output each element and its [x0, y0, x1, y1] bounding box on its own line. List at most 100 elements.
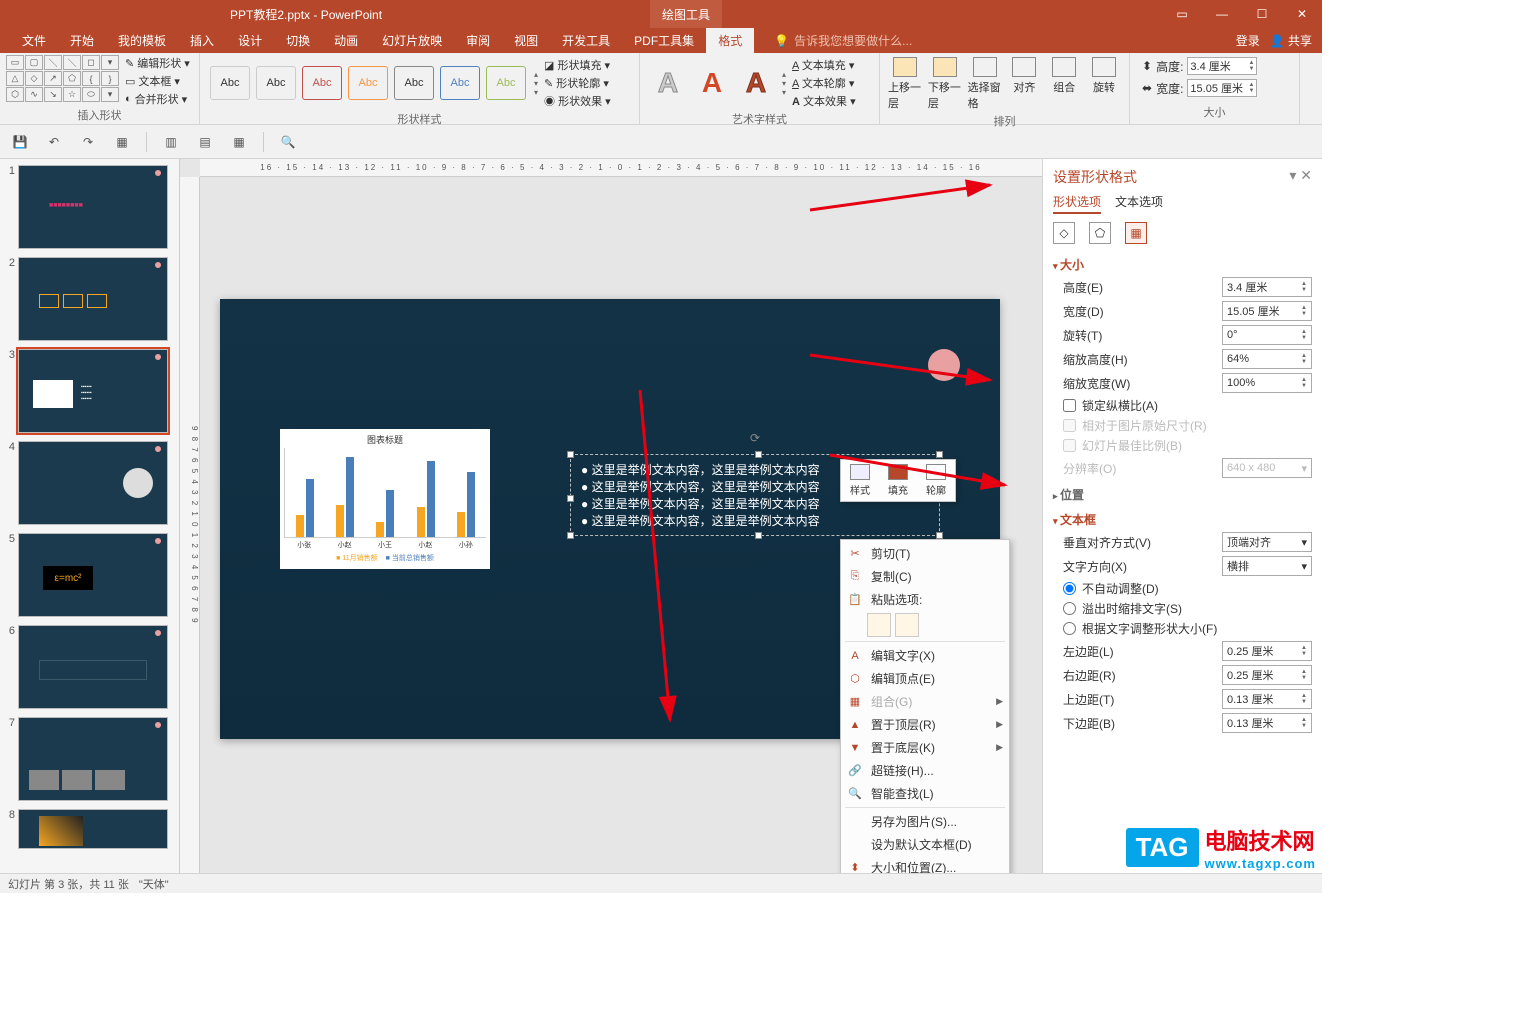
send-backward-button[interactable]: 下移一层 — [928, 57, 962, 111]
rotation-handle-icon[interactable]: ⟳ — [750, 431, 760, 445]
pane-rotation-input[interactable]: 0°▲▼ — [1222, 325, 1312, 345]
contextual-tab-drawing-tools[interactable]: 绘图工具 — [650, 0, 722, 28]
text-outline-button[interactable]: A 文本轮廓 ▾ — [792, 75, 856, 91]
undo-icon[interactable]: ↶ — [44, 132, 64, 152]
qat-btn-6[interactable]: ▤ — [195, 132, 215, 152]
ctx-set-default[interactable]: 设为默认文本框(D) — [841, 833, 1009, 856]
ctx-save-picture[interactable]: 另存为图片(S)... — [841, 810, 1009, 833]
tab-home[interactable]: 开始 — [58, 28, 106, 53]
save-icon[interactable]: 💾 — [10, 132, 30, 152]
mini-fill-button[interactable]: 填充 — [883, 464, 913, 497]
mini-style-button[interactable]: 样式 — [845, 464, 875, 497]
pane-scale-w-input[interactable]: 100%▲▼ — [1222, 373, 1312, 393]
minimize-icon[interactable]: — — [1202, 0, 1242, 28]
pane-margin-bottom[interactable]: 0.13 厘米▲▼ — [1222, 713, 1312, 733]
pane-height-input[interactable]: 3.4 厘米▲▼ — [1222, 277, 1312, 297]
pane-tab-text[interactable]: 文本选项 — [1115, 193, 1163, 214]
tab-insert[interactable]: 插入 — [178, 28, 226, 53]
wordart-gallery[interactable]: A A A ▴▾▾ — [646, 63, 790, 103]
tab-templates[interactable]: 我的模板 — [106, 28, 178, 53]
slide-thumb-7[interactable] — [18, 717, 168, 801]
edit-shape-button[interactable]: ✎ 编辑形状 ▾ — [125, 55, 190, 71]
selection-pane-button[interactable]: 选择窗格 — [968, 57, 1002, 111]
pane-tab-shape[interactable]: 形状选项 — [1053, 193, 1101, 214]
pane-valign-select[interactable]: 顶端对齐▾ — [1222, 532, 1312, 552]
tab-review[interactable]: 审阅 — [454, 28, 502, 53]
qat-btn-8[interactable]: 🔍 — [278, 132, 298, 152]
tab-animations[interactable]: 动画 — [322, 28, 370, 53]
ctx-send-back[interactable]: ▼置于底层(K)▶ — [841, 736, 1009, 759]
pane-icon-fill[interactable]: ◇ — [1053, 222, 1075, 244]
tab-view[interactable]: 视图 — [502, 28, 550, 53]
close-icon[interactable]: ✕ — [1282, 0, 1322, 28]
shape-effects-button[interactable]: ◉ 形状效果 ▾ — [544, 93, 611, 109]
pane-margin-right[interactable]: 0.25 厘米▲▼ — [1222, 665, 1312, 685]
pane-autofit-resize[interactable]: 根据文字调整形状大小(F) — [1053, 620, 1312, 637]
ctx-hyperlink[interactable]: 🔗超链接(H)... — [841, 759, 1009, 782]
pane-autofit-none[interactable]: 不自动调整(D) — [1053, 580, 1312, 597]
pink-circle-shape[interactable] — [928, 349, 960, 381]
pane-section-textbox[interactable]: 文本框 — [1053, 511, 1312, 528]
width-input[interactable]: 15.05 厘米▲▼ — [1187, 79, 1257, 97]
tab-developer[interactable]: 开发工具 — [550, 28, 622, 53]
pane-icon-size[interactable]: ▦ — [1125, 222, 1147, 244]
paste-option-1[interactable] — [867, 613, 891, 637]
tell-me-search[interactable]: 💡 告诉我您想要做什么... — [774, 32, 912, 49]
paste-option-2[interactable] — [895, 613, 919, 637]
pane-close-icon[interactable]: ▾ ✕ — [1289, 167, 1312, 187]
text-box-button[interactable]: ▭ 文本框 ▾ — [125, 73, 190, 89]
rotate-button[interactable]: 旋转 — [1087, 57, 1121, 95]
qat-btn-5[interactable]: ▥ — [161, 132, 181, 152]
tab-file[interactable]: 文件 — [10, 28, 58, 53]
share-button[interactable]: 👤 共享 — [1270, 32, 1312, 49]
pane-section-size[interactable]: 大小 — [1053, 256, 1312, 273]
shape-fill-button[interactable]: ◪ 形状填充 ▾ — [544, 57, 611, 73]
pane-section-position[interactable]: 位置 — [1053, 486, 1312, 503]
ctx-copy[interactable]: ⎘复制(C) — [841, 565, 1009, 588]
ctx-cut[interactable]: ✂剪切(T) — [841, 542, 1009, 565]
pane-autofit-shrink[interactable]: 溢出时缩排文字(S) — [1053, 600, 1312, 617]
text-fill-button[interactable]: A 文本填充 ▾ — [792, 57, 856, 73]
qat-btn-4[interactable]: ▦ — [112, 132, 132, 152]
chart-object[interactable]: 图表标题 小张小赵小王小赵小孙 11月销售额当前总销售额 — [280, 429, 490, 569]
shape-gallery[interactable]: ▭▢＼＼◻▾ △◇↗⬠{} ⬡∿↘☆⬭▾ — [6, 55, 119, 107]
pane-width-input[interactable]: 15.05 厘米▲▼ — [1222, 301, 1312, 321]
pane-margin-left[interactable]: 0.25 厘米▲▼ — [1222, 641, 1312, 661]
shape-style-gallery[interactable]: Abc Abc Abc Abc Abc Abc Abc ▴▾▾ — [206, 62, 542, 104]
tab-pdf[interactable]: PDF工具集 — [622, 28, 706, 53]
slide-thumb-1[interactable]: ■■■■■■■■ — [18, 165, 168, 249]
bring-forward-button[interactable]: 上移一层 — [888, 57, 922, 111]
align-button[interactable]: 对齐 — [1007, 57, 1041, 95]
mini-outline-button[interactable]: 轮廓 — [921, 464, 951, 497]
ribbon-options-icon[interactable]: ▭ — [1162, 0, 1202, 28]
ctx-edit-text[interactable]: A编辑文字(X) — [841, 644, 1009, 667]
tab-format[interactable]: 格式 — [706, 28, 754, 53]
ctx-size-position[interactable]: ⬍大小和位置(Z)... — [841, 856, 1009, 873]
format-shape-pane[interactable]: 设置形状格式▾ ✕ 形状选项 文本选项 ◇ ⬠ ▦ 大小 高度(E)3.4 厘米… — [1042, 159, 1322, 873]
merge-shapes-button[interactable]: ◐ 合并形状 ▾ — [125, 91, 190, 107]
group-button[interactable]: 组合 — [1047, 57, 1081, 95]
pane-margin-top[interactable]: 0.13 厘米▲▼ — [1222, 689, 1312, 709]
slide-thumbnails-pane[interactable]: 1■■■■■■■■ 2 3▪▪▪▪▪▪▪▪▪▪▪▪▪▪▪▪▪▪ 4 5ε=mc²… — [0, 159, 180, 873]
text-effects-button[interactable]: A 文本效果 ▾ — [792, 93, 856, 109]
slide-thumb-5[interactable]: ε=mc² — [18, 533, 168, 617]
slide-thumb-3[interactable]: ▪▪▪▪▪▪▪▪▪▪▪▪▪▪▪▪▪▪ — [18, 349, 168, 433]
tab-slideshow[interactable]: 幻灯片放映 — [370, 28, 454, 53]
slide-editor[interactable]: 16 · 15 · 14 · 13 · 12 · 11 · 10 · 9 · 8… — [180, 159, 1042, 873]
ctx-smart-lookup[interactable]: 🔍智能查找(L) — [841, 782, 1009, 805]
slide-thumb-8[interactable] — [18, 809, 168, 849]
pane-icon-effects[interactable]: ⬠ — [1089, 222, 1111, 244]
login-link[interactable]: 登录 — [1236, 32, 1260, 49]
tab-transitions[interactable]: 切换 — [274, 28, 322, 53]
slide-thumb-4[interactable] — [18, 441, 168, 525]
maximize-icon[interactable]: ☐ — [1242, 0, 1282, 28]
redo-icon[interactable]: ↷ — [78, 132, 98, 152]
pane-lock-aspect[interactable]: 锁定纵横比(A) — [1053, 397, 1312, 414]
slide-thumb-2[interactable] — [18, 257, 168, 341]
slide-thumb-6[interactable] — [18, 625, 168, 709]
qat-btn-7[interactable]: ▦ — [229, 132, 249, 152]
ctx-edit-points[interactable]: ⬡编辑顶点(E) — [841, 667, 1009, 690]
height-input[interactable]: 3.4 厘米▲▼ — [1187, 57, 1257, 75]
shape-outline-button[interactable]: ✎ 形状轮廓 ▾ — [544, 75, 611, 91]
ctx-bring-front[interactable]: ▲置于顶层(R)▶ — [841, 713, 1009, 736]
